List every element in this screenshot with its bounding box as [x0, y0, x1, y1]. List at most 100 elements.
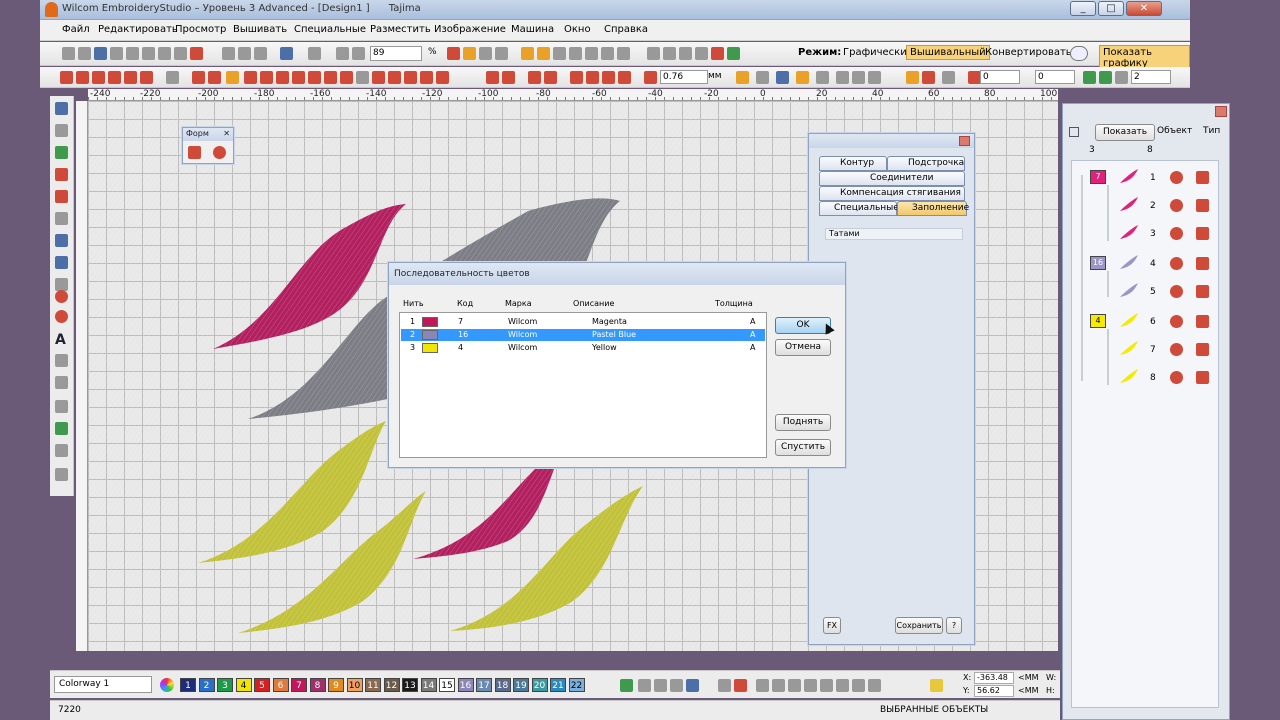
menu-view[interactable]: Просмотр [175, 24, 226, 35]
show-outline-icon[interactable] [601, 47, 614, 60]
show-image-icon[interactable] [585, 47, 598, 60]
fx-button[interactable]: FX [823, 617, 841, 634]
color-chip[interactable]: 10 [346, 678, 363, 692]
props-close-icon[interactable] [959, 136, 970, 146]
record-icon[interactable] [190, 47, 203, 60]
object-number[interactable]: 8 [1150, 373, 1156, 383]
color-chip[interactable]: 11 [365, 678, 381, 692]
cross-stitch-icon[interactable] [260, 71, 273, 84]
functions-icon[interactable] [711, 47, 724, 60]
moss-stitch-icon[interactable] [340, 71, 353, 84]
connectors-icon[interactable] [695, 47, 708, 60]
tab-pull-compensation[interactable]: Компенсация стягивания [819, 186, 965, 201]
color-chip[interactable]: 5 [254, 678, 270, 692]
color-chip[interactable]: 18 [494, 678, 511, 692]
stitch-player-icon[interactable] [718, 679, 731, 692]
color-chip[interactable]: 3 [217, 678, 233, 692]
running-stitch-icon[interactable] [60, 71, 73, 84]
rotate-icon[interactable] [868, 71, 881, 84]
object-number[interactable]: 4 [1150, 259, 1156, 269]
satin-icon[interactable] [92, 71, 105, 84]
digitize-tool-icon[interactable] [55, 168, 68, 181]
undo-icon[interactable] [280, 47, 293, 60]
list-item[interactable]: 1 7 Wilcom Magenta A [401, 316, 765, 328]
column-b-icon[interactable] [208, 71, 221, 84]
check-icon[interactable] [756, 71, 769, 84]
color-chip[interactable]: 22 [568, 678, 585, 692]
distribute-icon[interactable] [836, 71, 849, 84]
tatami-icon[interactable] [108, 71, 121, 84]
show-stitches-icon[interactable] [617, 47, 630, 60]
mode-embroidery-button[interactable]: Вышивальный [906, 45, 990, 60]
column-tool-icon[interactable] [55, 212, 68, 225]
shortening-icon[interactable] [602, 71, 615, 84]
color-chip[interactable]: 1 [180, 678, 196, 692]
save-file-icon[interactable] [94, 47, 107, 60]
menu-arrange[interactable]: Разместить [370, 24, 431, 35]
properties-icon[interactable] [158, 47, 171, 60]
travel-step-icon[interactable] [772, 679, 785, 692]
shape-convert-icon[interactable] [213, 146, 226, 159]
lettering-tool-icon[interactable]: A [55, 332, 66, 348]
shape-tool-icon[interactable] [55, 190, 68, 203]
copy-icon[interactable] [238, 47, 251, 60]
group-color-chip[interactable]: 7 [1090, 170, 1106, 184]
sculpture-icon[interactable] [276, 71, 289, 84]
outline-icon[interactable] [463, 47, 476, 60]
color-chip[interactable]: 6 [272, 678, 289, 692]
fill-icon[interactable] [479, 47, 492, 60]
menu-image[interactable]: Изображение [434, 24, 506, 35]
color-chip[interactable]: 2 [198, 678, 215, 692]
maximize-button[interactable]: □ [1098, 1, 1124, 16]
x-coordinate[interactable]: -363.48 [974, 672, 1014, 684]
paste-icon[interactable] [254, 47, 267, 60]
tab-underlay[interactable]: Подстрочка [887, 156, 965, 171]
color-chip[interactable]: 17 [476, 678, 492, 692]
select-object-icon[interactable] [537, 47, 550, 60]
align-icon[interactable] [816, 71, 829, 84]
color-chip[interactable]: 12 [383, 678, 400, 692]
export-icon[interactable] [142, 47, 155, 60]
object-number[interactable]: 3 [1150, 229, 1156, 239]
list-item-selected[interactable]: 2 16 Wilcom Pastel Blue A [401, 329, 765, 341]
motif-icon[interactable] [495, 47, 508, 60]
save-button[interactable]: Сохранить [895, 617, 943, 634]
pull-comp-icon[interactable] [586, 71, 599, 84]
grid-icon[interactable] [553, 47, 566, 60]
triple-stitch-icon[interactable] [76, 71, 89, 84]
stitch-type-icon[interactable] [447, 47, 460, 60]
open-file-icon[interactable] [78, 47, 91, 60]
y-coordinate[interactable]: 56.62 [974, 685, 1014, 697]
color-chip[interactable]: 13 [402, 678, 418, 692]
close-button[interactable]: ✕ [1126, 1, 1162, 16]
move-down-button[interactable]: Спустить [775, 439, 831, 456]
palette-icon[interactable] [160, 678, 174, 692]
object-number[interactable]: 7 [1150, 345, 1156, 355]
florentine-icon[interactable] [436, 71, 449, 84]
design-info-icon[interactable] [174, 47, 187, 60]
menu-edit[interactable]: Редактировать [98, 24, 178, 35]
print-preview-icon[interactable] [126, 47, 139, 60]
object-number[interactable]: 2 [1150, 201, 1156, 211]
slow-redraw-icon[interactable] [727, 47, 740, 60]
group-color-chip[interactable]: 4 [1090, 314, 1106, 328]
check-box-icon[interactable] [776, 71, 789, 84]
cut-icon[interactable] [222, 47, 235, 60]
star-fill-icon[interactable] [420, 71, 433, 84]
motif-fill-icon[interactable] [140, 71, 153, 84]
folder-icon[interactable] [930, 679, 943, 692]
print-icon[interactable] [110, 47, 123, 60]
swap-color-icon[interactable] [654, 679, 667, 692]
color-chip[interactable]: 15 [439, 678, 455, 692]
contour-icon[interactable] [356, 71, 369, 84]
kerning-icon[interactable] [942, 71, 955, 84]
zoom-icon[interactable] [336, 47, 349, 60]
knife-tool-icon[interactable] [55, 468, 68, 481]
fill-stitch-icon[interactable] [226, 71, 239, 84]
auto-split-icon[interactable] [618, 71, 631, 84]
menu-machine[interactable]: Машина [511, 24, 554, 35]
new-file-icon[interactable] [62, 47, 75, 60]
hoop-icon[interactable] [663, 47, 676, 60]
color-chip[interactable]: 8 [309, 678, 326, 692]
shape-add-icon[interactable] [188, 146, 201, 159]
